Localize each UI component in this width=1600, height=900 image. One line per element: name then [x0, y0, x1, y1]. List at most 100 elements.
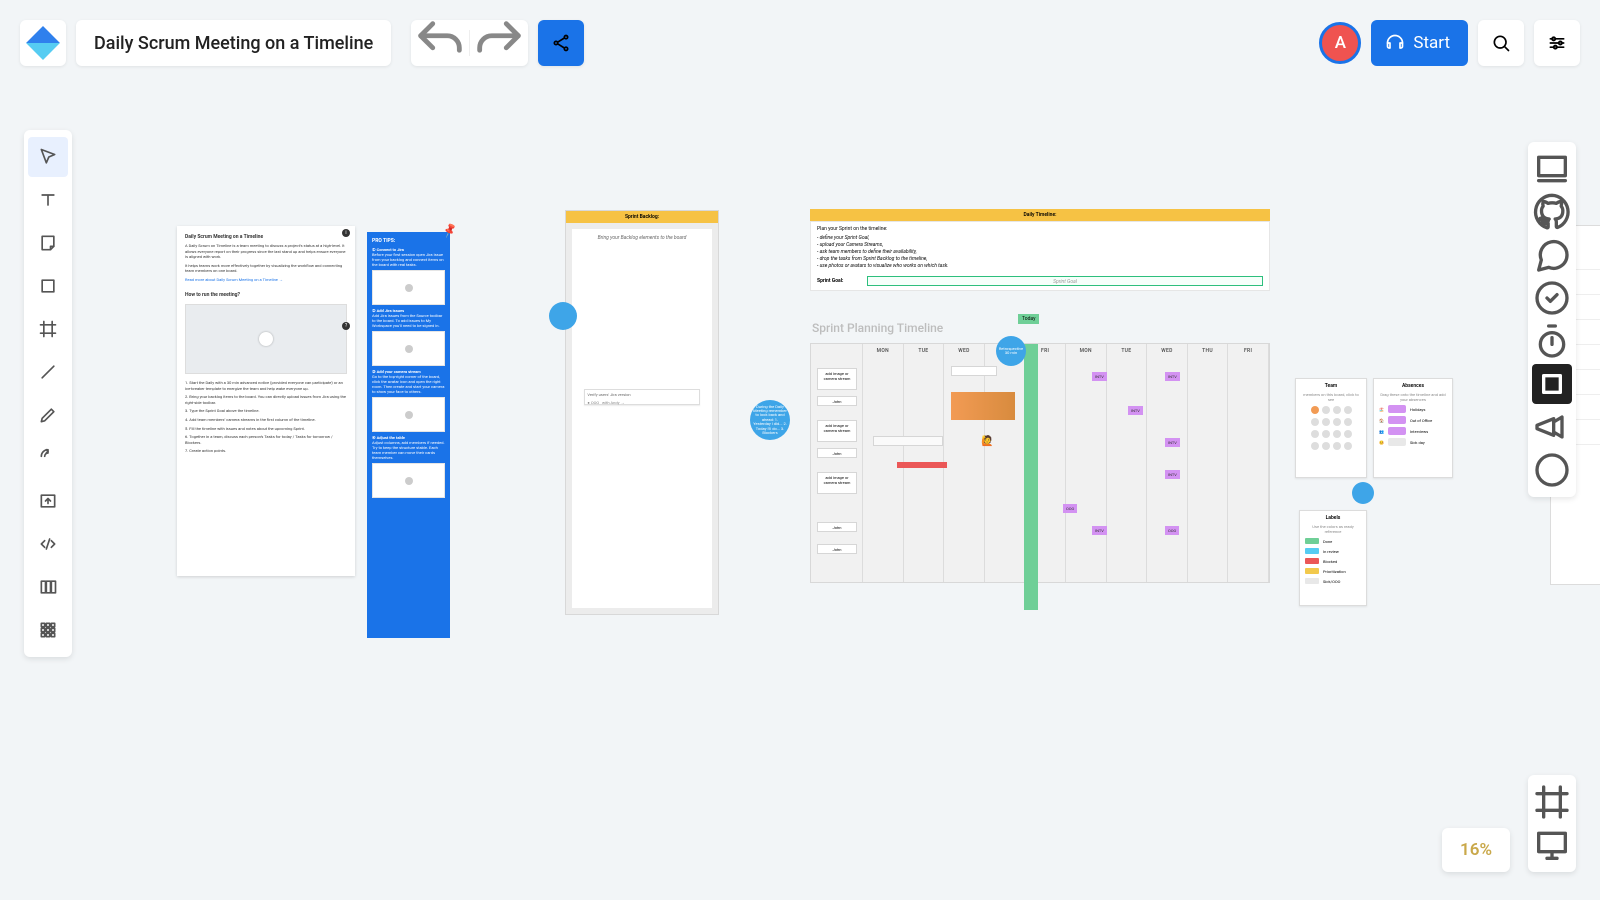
app-icon[interactable]	[1532, 364, 1572, 404]
help-icon[interactable]: ?	[1532, 450, 1572, 490]
fit-icon[interactable]	[1532, 782, 1572, 822]
read-more-link[interactable]: Read more about Daily Scrum Meeting on a…	[185, 277, 283, 282]
intv-sticker[interactable]: INTV	[1165, 438, 1180, 447]
timeline-intro-box: Plan your Sprint on the timeline: - defi…	[810, 221, 1270, 291]
label-swatch	[1305, 548, 1319, 554]
announce-icon[interactable]	[1532, 407, 1572, 447]
svg-text:?: ?	[1548, 461, 1557, 482]
emoji-icon: 🏖️	[1379, 407, 1384, 412]
topbar: Daily Scrum Meeting on a Timeline A Star…	[20, 20, 1580, 66]
timer-icon[interactable]	[1532, 321, 1572, 361]
timeline-grid[interactable]: MON TUE WED THU FRI MON TUE WED THU FRI …	[810, 343, 1270, 583]
daily-timeline[interactable]: Daily Timeline: Plan your Sprint on the …	[810, 209, 1270, 583]
template-tool[interactable]	[28, 567, 68, 607]
undo-button[interactable]	[411, 20, 469, 66]
timeline-header: Daily Timeline:	[810, 209, 1270, 221]
select-tool[interactable]	[28, 137, 68, 177]
chat-icon[interactable]	[1532, 235, 1572, 275]
upload-tool[interactable]	[28, 481, 68, 521]
start-label: Start	[1413, 33, 1450, 53]
hint-bubble[interactable]	[549, 302, 577, 330]
camera-slot[interactable]: add image or camera stream	[817, 420, 857, 442]
camera-slot[interactable]: John	[817, 448, 857, 458]
intv-sticker[interactable]: INTV	[1092, 526, 1107, 535]
start-button[interactable]: Start	[1371, 20, 1468, 66]
settings-button[interactable]	[1534, 20, 1580, 66]
pin-icon: 📌	[441, 222, 458, 239]
shape-tool[interactable]	[28, 266, 68, 306]
github-icon[interactable]	[1532, 192, 1572, 232]
step-6: 6. Together in a team, discuss each pers…	[185, 434, 347, 445]
share-button[interactable]	[538, 20, 584, 66]
tip-4-desc: Adjust columns, add members if needed. T…	[372, 440, 445, 460]
camera-slot[interactable]: John	[817, 544, 857, 554]
app-logo[interactable]	[20, 20, 66, 66]
timeline-task[interactable]	[951, 366, 997, 376]
sprint-backlog[interactable]: Sprint Backlog: Bring your Backlog eleme…	[565, 210, 719, 615]
slides-icon[interactable]	[1532, 149, 1572, 189]
apps-tool[interactable]	[28, 610, 68, 650]
note-tool[interactable]	[28, 223, 68, 263]
video-placeholder[interactable]	[185, 304, 347, 374]
daily-bubble-text: During the Daily Meeting remember to loo…	[753, 405, 787, 436]
redo-button[interactable]	[470, 20, 528, 66]
absences-card[interactable]: Absences Drag these onto the timeline an…	[1373, 378, 1453, 478]
zoom-value: 16%	[1460, 840, 1492, 860]
intv-sticker[interactable]: INTV	[1092, 372, 1107, 381]
timeline-intro: Plan your Sprint on the timeline:	[817, 226, 1263, 233]
camera-slot[interactable]: add image or camera stream	[817, 368, 857, 390]
team-card[interactable]: Team members on this board, click to see	[1295, 378, 1367, 478]
emoji-icon: 👥	[1379, 429, 1384, 434]
tasks-icon[interactable]	[1532, 278, 1572, 318]
backlog-card[interactable]: Verify users' Jira version ● OOO with An…	[584, 389, 699, 405]
search-button[interactable]	[1478, 20, 1524, 66]
absence-pill[interactable]	[1388, 427, 1406, 435]
absence-pill[interactable]	[1388, 405, 1406, 413]
view-toolbar	[1528, 775, 1576, 872]
step-7: 7. Create action points.	[185, 448, 347, 454]
line-tool[interactable]	[28, 352, 68, 392]
emoji-icon: 🙋	[981, 436, 993, 447]
ooo-sticker[interactable]: OOO	[1063, 504, 1077, 513]
labels-sub: Use the colors as ready reference	[1305, 524, 1361, 534]
ooo-sticker[interactable]: OOO	[1165, 526, 1179, 535]
labels-card[interactable]: Labels Use the colors as ready reference…	[1299, 510, 1367, 606]
timeline-task[interactable]	[873, 436, 943, 446]
photo-task[interactable]	[951, 392, 1015, 420]
camera-slot[interactable]: add image or camera stream	[817, 472, 857, 494]
frame-tool[interactable]	[28, 309, 68, 349]
absence-label: Holidays	[1410, 407, 1425, 412]
present-icon[interactable]	[1532, 825, 1572, 865]
camera-slot[interactable]: John	[817, 522, 857, 532]
info-dot[interactable]: i	[342, 229, 350, 237]
code-tool[interactable]	[28, 524, 68, 564]
intv-sticker[interactable]: INTV	[1165, 372, 1180, 381]
help-dot[interactable]: ?	[342, 322, 350, 330]
intv-sticker[interactable]: INTV	[1128, 406, 1143, 415]
tip-image	[372, 463, 445, 498]
intv-sticker[interactable]: INTV	[1165, 470, 1180, 479]
logo-icon	[26, 26, 60, 60]
absence-pill[interactable]	[1388, 416, 1406, 424]
blocked-task[interactable]	[897, 462, 947, 468]
zoom-level[interactable]: 16%	[1442, 828, 1510, 872]
avatar-row	[1301, 418, 1361, 426]
board-title[interactable]: Daily Scrum Meeting on a Timeline	[76, 20, 391, 66]
step-3: 3. Type the Sprint Goal above the timeli…	[185, 408, 347, 414]
timeline-bullet: - upload your Camera Streams,	[817, 242, 1263, 249]
camera-slot[interactable]: John	[817, 396, 857, 406]
canvas[interactable]: Daily Scrum Meeting on a Timeline A Dail…	[0, 0, 1600, 900]
play-icon[interactable]	[259, 332, 273, 346]
absence-pill[interactable]	[1388, 438, 1406, 446]
backlog-note: Bring your Backlog elements to the board	[598, 235, 687, 241]
daily-bubble[interactable]: During the Daily Meeting remember to loo…	[750, 400, 790, 440]
sprint-goal-input[interactable]: Sprint Goal	[867, 276, 1263, 286]
user-avatar[interactable]: A	[1319, 22, 1361, 64]
more-tool[interactable]	[28, 438, 68, 478]
pen-tool[interactable]	[28, 395, 68, 435]
text-tool[interactable]	[28, 180, 68, 220]
label-swatch	[1305, 568, 1319, 574]
hint-bubble[interactable]	[1352, 482, 1374, 504]
retro-bubble[interactable]: Retrospective 30 min	[996, 336, 1026, 366]
tip-3-desc: Go to the top-right corner of the board,…	[372, 374, 445, 394]
